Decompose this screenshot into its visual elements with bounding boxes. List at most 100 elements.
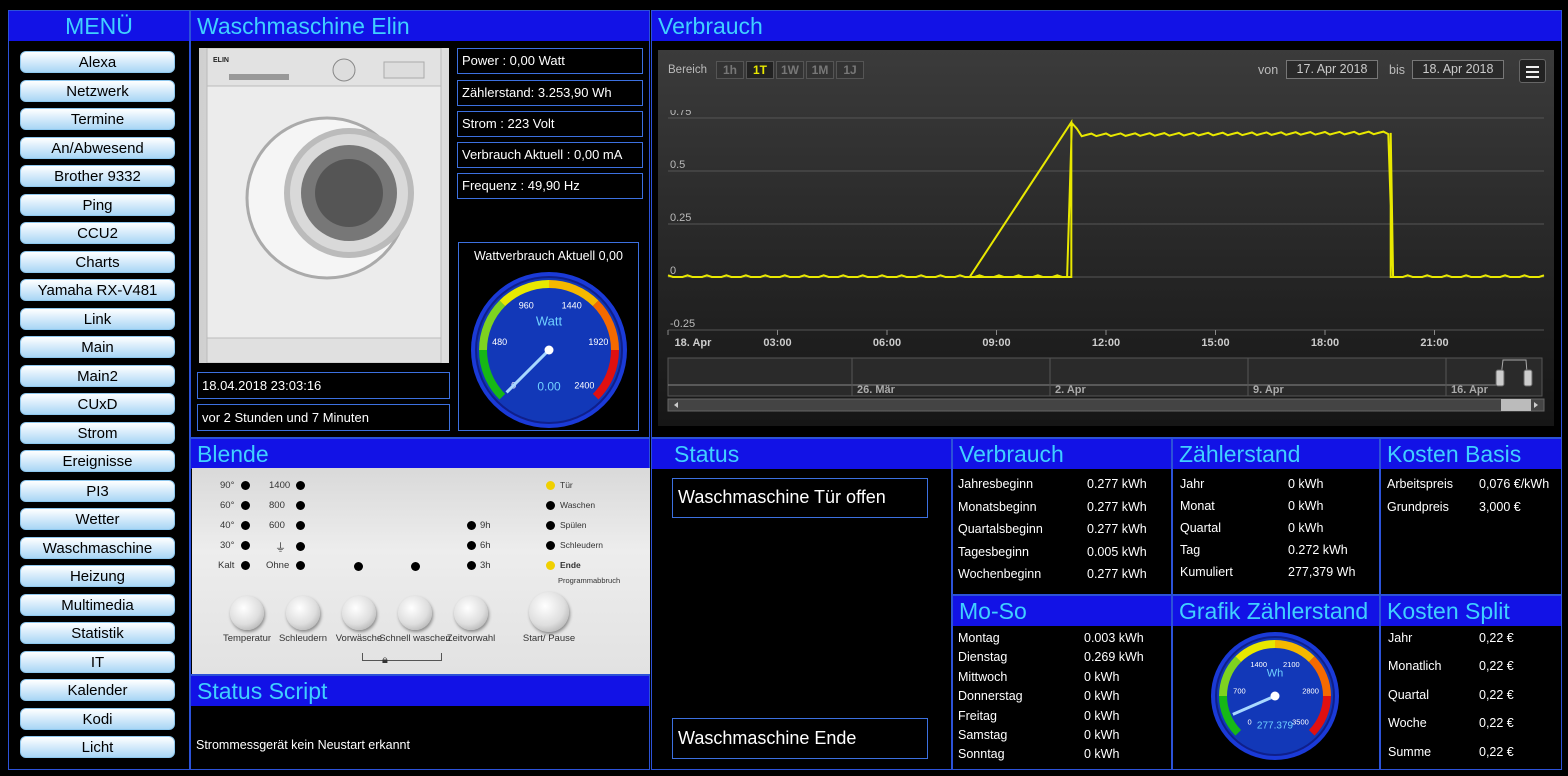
range-label: Bereich [668,64,707,76]
program-button-3[interactable] [398,596,432,630]
kosten_split-label-3: Woche [1388,716,1427,730]
spin-led-1 [296,501,305,510]
range-button-1h[interactable]: 1h [716,61,744,79]
menu-item-it[interactable]: IT [20,651,175,673]
moso-label-3: Donnerstag [958,689,1023,703]
watt-gauge-tick-1: 480 [492,337,507,347]
program-button-1[interactable] [286,596,320,630]
temperature-label-2: 40° [220,520,235,531]
blende-title: Blende [191,439,649,469]
x-tick-label: 15:00 [1201,337,1229,349]
menu-item-an-abwesend[interactable]: An/Abwesend [20,137,175,159]
menu-item-netzwerk[interactable]: Netzwerk [20,80,175,102]
voltage-readout: Strom : 223 Volt [457,111,643,137]
nav-handle-right[interactable] [1523,369,1533,387]
menu-item-link[interactable]: Link [20,308,175,330]
to-label: bis [1389,63,1405,77]
kosten-split-title: Kosten Split [1381,596,1561,626]
watt-gauge-unit: Watt [536,314,563,329]
program-button-2[interactable] [342,596,376,630]
spin-led-hold [296,542,305,551]
spin-label-1: 800 [269,500,285,511]
spin-label-2: 600 [269,520,285,531]
kosten_split-value-2: 0,22 € [1479,688,1514,702]
abort-label: Programmabbruch [558,576,621,585]
menu-item-heizung[interactable]: Heizung [20,565,175,587]
menu-item-ereignisse[interactable]: Ereignisse [20,450,175,472]
menu-item-waschmaschine[interactable]: Waschmaschine [20,537,175,559]
child-lock-bracket [362,653,442,661]
menu-item-main2[interactable]: Main2 [20,365,175,387]
menu-item-kalender[interactable]: Kalender [20,679,175,701]
quick-wash-led [411,562,420,571]
x-tick-label: 18. Apr [675,337,713,349]
zaehlerstand-label-2: Quartal [1180,521,1221,535]
control-panel-image: 90° 60° 40° 30° Kalt 1400 800 600 Ohne ⏚ 9h 6h 3h Tür… [192,468,650,674]
menu-item-wetter[interactable]: Wetter [20,508,175,530]
watt-gauge-tick-2: 960 [519,300,534,310]
program-button-5[interactable] [529,592,569,632]
navigator-chart[interactable]: 26. Mär 2. Apr 9. Apr 16. Apr [658,355,1554,415]
zaehlerstand-label-3: Tag [1180,543,1201,557]
menu-item-yamaha-rx-v481[interactable]: Yamaha RX-V481 [20,279,175,301]
menu-item-ping[interactable]: Ping [20,194,175,216]
verbrauch_table-value-3: 0.005 kWh [1087,545,1147,559]
menu-item-kodi[interactable]: Kodi [20,708,175,730]
range-button-1m[interactable]: 1M [806,61,834,79]
zaehlerstand-label-4: Kumuliert [1180,565,1233,579]
zaehlerstand-title: Zählerstand [1173,439,1379,469]
menu-item-licht[interactable]: Licht [20,736,175,758]
spin-label-3: Ohne [266,560,290,571]
to-date-input[interactable]: 18. Apr 2018 [1412,60,1504,79]
scrollbar-grip-icon[interactable] [1501,399,1531,411]
kosten_split-label-2: Quartal [1388,688,1429,702]
brand-logo: ELIN [213,57,229,64]
program-button-4[interactable] [454,596,488,630]
menu-item-strom[interactable]: Strom [20,422,175,444]
menu-item-pi3[interactable]: PI3 [20,480,175,502]
menu-item-termine[interactable]: Termine [20,108,175,130]
counter-readout: Zählerstand: 3.253,90 Wh [457,80,643,106]
program-label-5: Start/ Pause [522,633,576,644]
status-led-0 [546,481,555,490]
range-button-1w[interactable]: 1W [776,61,804,79]
spin-label-0: 1400 [269,480,291,491]
status-led-4 [546,561,555,570]
zaehlerstand-label-0: Jahr [1180,477,1205,491]
moso-label-4: Freitag [958,709,997,723]
kosten-split-panel: Kosten Split [1380,595,1562,770]
x-tick-label: 09:00 [982,337,1010,349]
verbrauch_table-label-2: Quartalsbeginn [958,522,1043,536]
nav-handle-left[interactable] [1495,369,1505,387]
menu-item-charts[interactable]: Charts [20,251,175,273]
temperature-led-4 [241,561,250,570]
program-button-0[interactable] [230,596,264,630]
delay-led-2 [467,561,476,570]
hamburger-menu-icon[interactable] [1519,59,1546,83]
y-tick-label: 0 [670,265,676,277]
from-date-input[interactable]: 17. Apr 2018 [1286,60,1378,79]
moso-label-0: Montag [958,631,1000,645]
wh-gauge-unit: Wh [1267,667,1284,679]
menu-item-main[interactable]: Main [20,336,175,358]
status-led-1 [546,501,555,510]
prewash-led [354,562,363,571]
status-label-0: Tür [560,480,573,490]
menu-item-statistik[interactable]: Statistik [20,622,175,644]
moso-label-1: Dienstag [958,650,1008,664]
range-button-1t[interactable]: 1T [746,61,774,79]
status-script-title: Status Script [191,676,649,706]
moso-value-3: 0 kWh [1084,689,1120,703]
spin-led-0 [296,481,305,490]
menu-item-cuxd[interactable]: CUxD [20,393,175,415]
watt-gauge-panel: Wattverbrauch Aktuell 0,00 0480960144019… [458,242,639,431]
menu-item-alexa[interactable]: Alexa [20,51,175,73]
y-tick-label: 0.5 [670,159,685,171]
kosten_split-label-4: Summe [1388,745,1432,759]
delay-label-2: 3h [480,560,491,571]
range-button-1j[interactable]: 1J [836,61,864,79]
menu-item-brother-9332[interactable]: Brother 9332 [20,165,175,187]
watt-gauge-title: Wattverbrauch Aktuell 0,00 [474,249,623,263]
menu-item-ccu2[interactable]: CCU2 [20,222,175,244]
menu-item-multimedia[interactable]: Multimedia [20,594,175,616]
